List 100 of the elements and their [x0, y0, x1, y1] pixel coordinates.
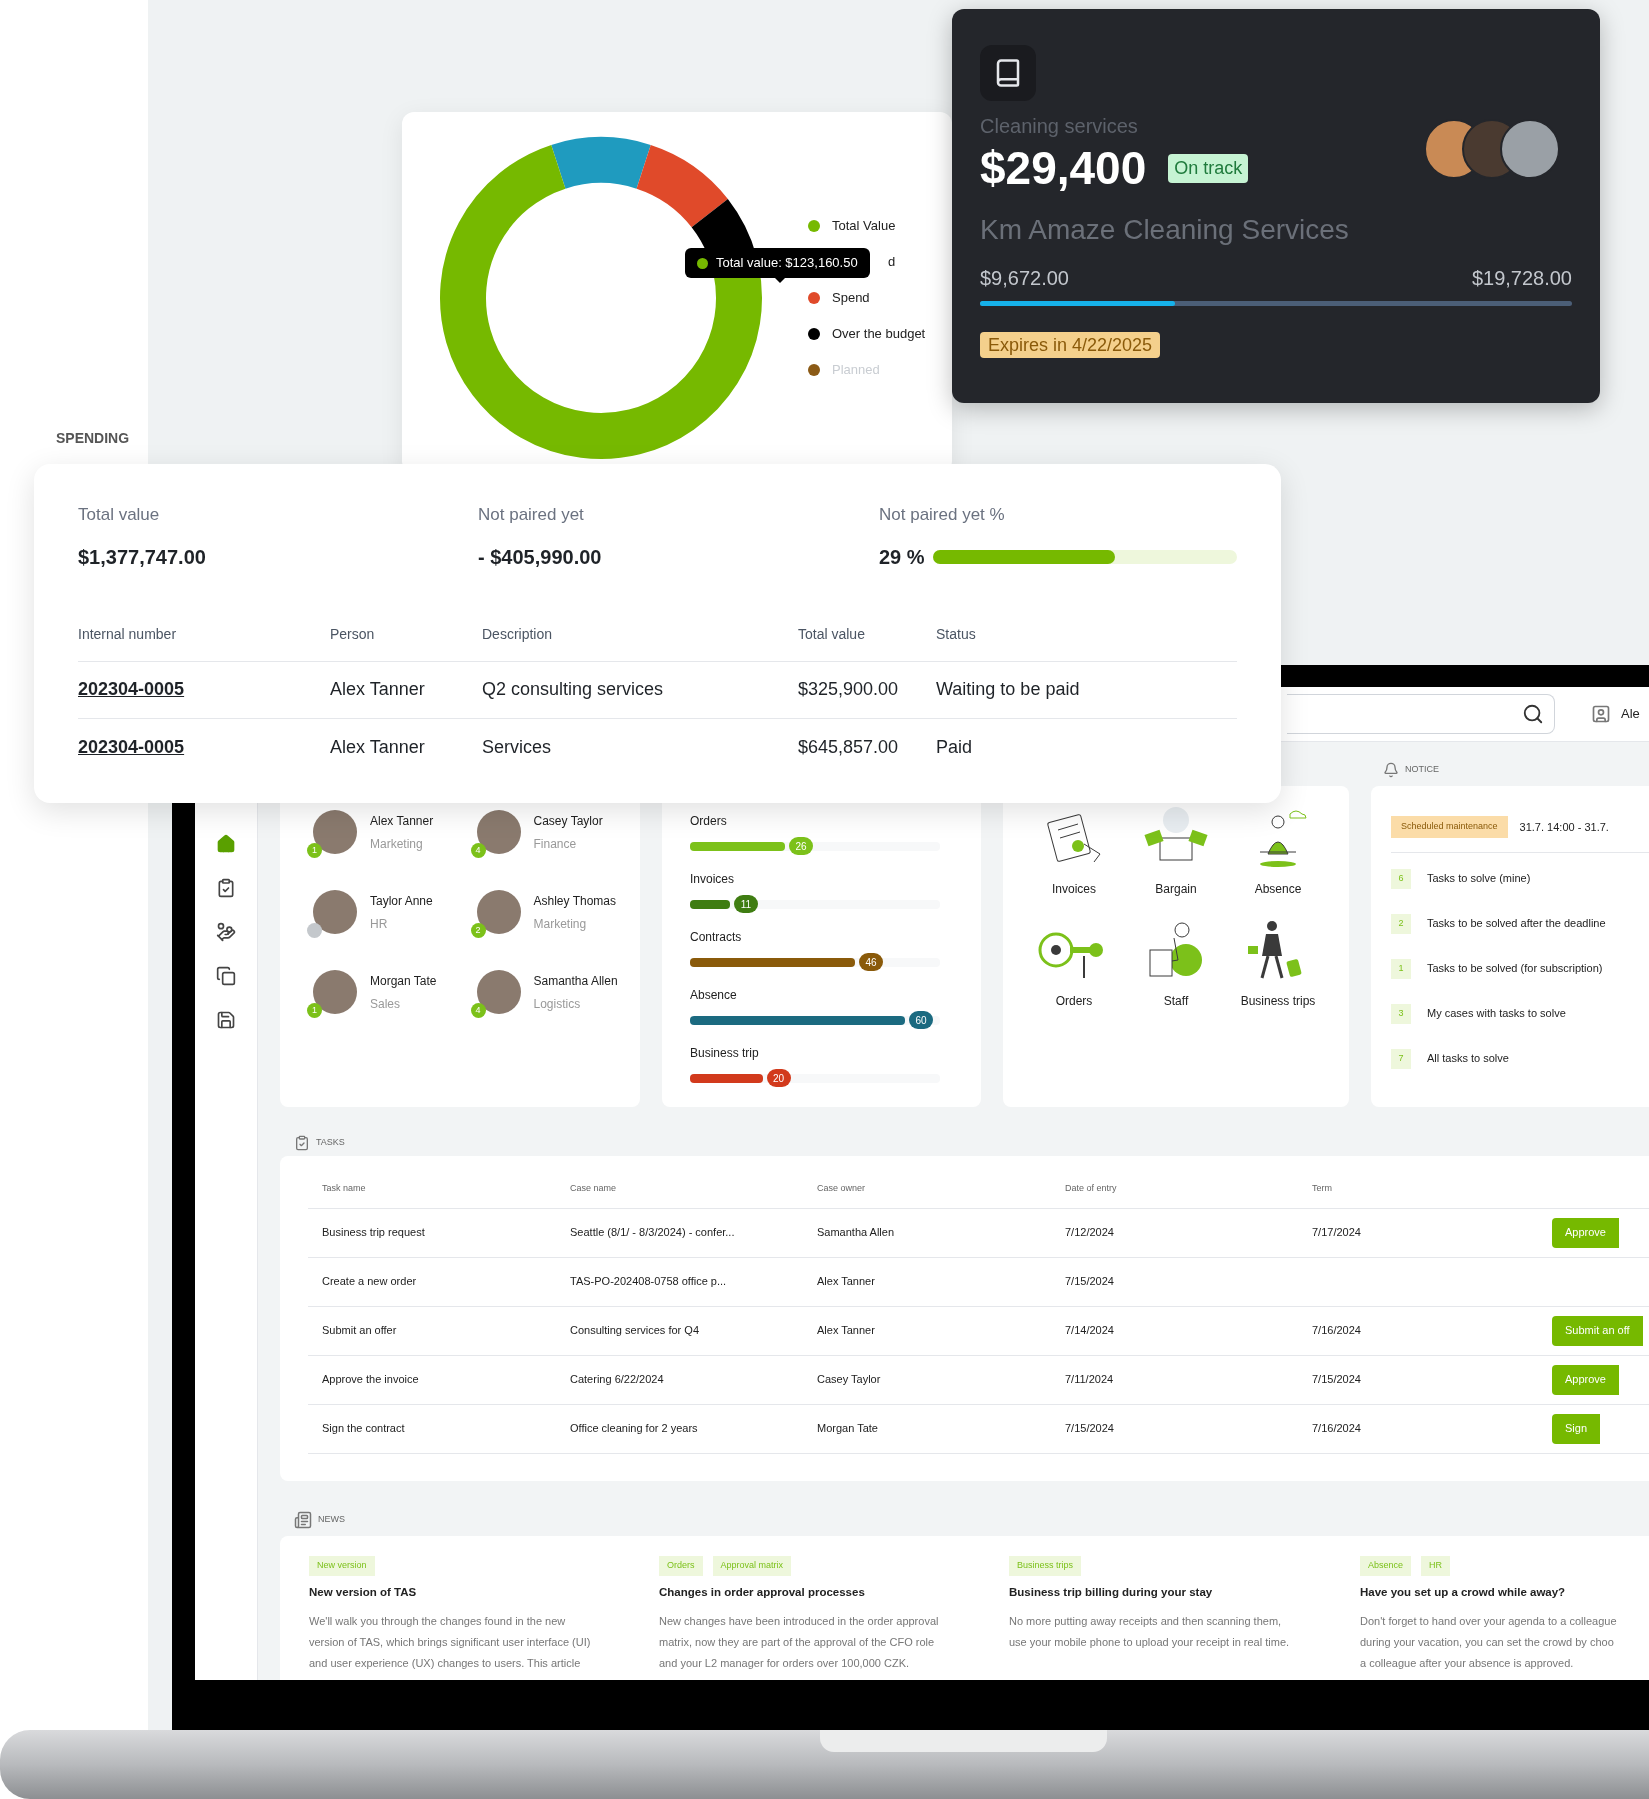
count-badge: 46: [859, 953, 883, 971]
table-cell-text: Services: [482, 735, 553, 759]
column-header: Case owner: [817, 1182, 867, 1195]
avatar: [476, 970, 521, 1014]
category-label: Cleaning services: [980, 114, 1139, 139]
news-title: Changes in order approval processes: [659, 1584, 866, 1600]
record-link[interactable]: 202304-0005: [78, 676, 330, 703]
section-heading: NEWS: [318, 1513, 345, 1527]
count-badge: 4: [470, 843, 486, 858]
shortcut-label[interactable]: Invoices: [1052, 880, 1096, 898]
stat-value: - $405,990.00: [478, 544, 603, 570]
table-cell-text: Alex Tanner: [330, 735, 426, 759]
table-cell-text: Q2 consulting services: [482, 678, 665, 701]
newspaper-icon: [294, 1511, 312, 1529]
clipboard-icon: [294, 1135, 310, 1151]
table-cell-text: $645,857.00: [798, 735, 900, 759]
shortcut-label[interactable]: Bargain: [1155, 880, 1197, 898]
shortcut-label[interactable]: Orders: [1055, 992, 1093, 1010]
tooltip-text: Total value: $123,160.50: [716, 254, 858, 273]
table-cell-text: 7/16/2024: [1312, 1323, 1362, 1339]
person-name: Alex Tanner: [370, 812, 434, 830]
hand-coins-icon[interactable]: [214, 920, 238, 944]
count-badge: 4: [470, 1003, 486, 1018]
news-tag: Business trips: [1009, 1556, 1082, 1576]
table-cell-text: 7/17/2024: [1312, 1225, 1362, 1241]
notice-link[interactable]: Tasks to be solved (for subscription): [1427, 960, 1603, 977]
count-badge: 11: [734, 895, 758, 913]
contract-amount: $29,400: [980, 145, 1147, 191]
column-header: Task name: [322, 1182, 367, 1195]
shortcut-label[interactable]: Absence: [1254, 880, 1302, 898]
news-tag: Absence: [1360, 1556, 1412, 1576]
table-cell-text: Waiting to be paid: [936, 678, 1081, 701]
search-field[interactable]: [1287, 694, 1555, 734]
news-title: Have you set up a crowd while away?: [1360, 1584, 1567, 1600]
counter-label: Invoices: [690, 871, 736, 888]
count-badge: 26: [789, 837, 813, 855]
notice-link[interactable]: My cases with tasks to solve: [1427, 1005, 1566, 1022]
stat-value: $1,377,747.00: [78, 544, 207, 570]
person-role: Logistics: [533, 995, 582, 1013]
table-cell-text: 7/14/2024: [1065, 1323, 1115, 1339]
table-cell-text: 7/11/2024: [1065, 1372, 1115, 1388]
person-name: Casey Taylor: [533, 812, 603, 830]
count-badge: 6: [1391, 868, 1411, 889]
table-cell-text: Sign the contract: [322, 1421, 406, 1437]
column-header: Description: [482, 624, 554, 644]
documents-icon[interactable]: [214, 964, 238, 988]
shortcut-label[interactable]: Staff: [1163, 992, 1189, 1010]
count-badge: 1: [1391, 958, 1411, 979]
legend-label: d: [888, 253, 896, 272]
column-header: Status: [936, 624, 977, 644]
person-role: Marketing: [533, 915, 588, 933]
section-heading: NOTICE: [1405, 763, 1439, 777]
news-text: Don't forget to hand over your agenda to a colleague during your vacation, you can set the crowd by choo a colleague after your absence is approved.: [1360, 1613, 1618, 1671]
stat-label: Not paired yet %: [879, 504, 1006, 526]
table-cell-text: Consulting services for Q4: [570, 1323, 700, 1339]
stat-label: Not paired yet: [478, 504, 585, 526]
news-tag: Approval matrix: [712, 1556, 792, 1576]
news-tag: HR: [1421, 1556, 1451, 1576]
stat-label: Total value: [78, 504, 161, 526]
shortcut-label[interactable]: Business trips: [1240, 992, 1316, 1010]
bell-icon: [1383, 762, 1399, 778]
maintenance-time: 31.7. 14:00 - 31.7.: [1519, 819, 1609, 835]
count-badge: 2: [1391, 913, 1411, 934]
total-amount: $19,728.00: [1471, 266, 1572, 291]
legend-label: Total Value: [832, 217, 896, 236]
news-text: No more putting away receipts and then scanning them, use your mobile phone to upload your receipt in real time.: [1009, 1613, 1291, 1650]
news-text: We'll walk you through the changes found in the new version of TAS, which brings significant user interface (UI) and user experience (UX) changes to users. This article: [309, 1613, 592, 1671]
table-cell-text: Seattle (8/1/ - 8/3/2024) - confer...: [570, 1225, 736, 1241]
news-title: New version of TAS: [309, 1584, 418, 1600]
count-badge: 2: [470, 923, 486, 938]
maintenance-tag: Scheduled maintenance: [1391, 816, 1508, 838]
table-cell-text: Morgan Tate: [817, 1421, 879, 1437]
table-cell-text: Create a new order: [322, 1274, 418, 1290]
notice-link[interactable]: Tasks to be solved after the deadline: [1427, 915, 1606, 932]
counter-label: Business trip: [690, 1045, 760, 1062]
table-cell-text: Alex Tanner: [817, 1323, 876, 1339]
section-heading: SPENDING: [56, 429, 130, 448]
user-name: Ale: [1621, 705, 1640, 724]
legend-label: Over the budget: [832, 325, 926, 344]
table-cell-text: 7/16/2024: [1312, 1421, 1362, 1437]
record-link[interactable]: 202304-0005: [78, 733, 330, 761]
supplier-name: Km Amaze Cleaning Services: [980, 213, 1350, 247]
table-cell-text: Alex Tanner: [330, 678, 426, 701]
person-name: Morgan Tate: [370, 972, 437, 990]
counter-label: Orders: [690, 813, 728, 830]
count-badge: 7: [1391, 1048, 1411, 1069]
column-header: Term: [1312, 1182, 1333, 1195]
column-header: Internal number: [78, 624, 178, 644]
person-name: Taylor Anne: [370, 892, 433, 910]
table-cell-text: Approve the invoice: [322, 1372, 420, 1388]
notice-link[interactable]: Tasks to solve (mine): [1427, 870, 1531, 887]
count-badge: 1: [307, 1003, 322, 1018]
count-badge: 20: [766, 1069, 791, 1087]
person-role: Marketing: [370, 835, 424, 853]
notice-link[interactable]: All tasks to solve: [1427, 1050, 1509, 1067]
count-badge: 60: [909, 1011, 933, 1029]
person-name: Ashley Thomas: [533, 892, 616, 910]
user-icon: [1591, 704, 1611, 724]
avatar: [476, 810, 521, 854]
column-header: Date of entry: [1065, 1182, 1118, 1195]
